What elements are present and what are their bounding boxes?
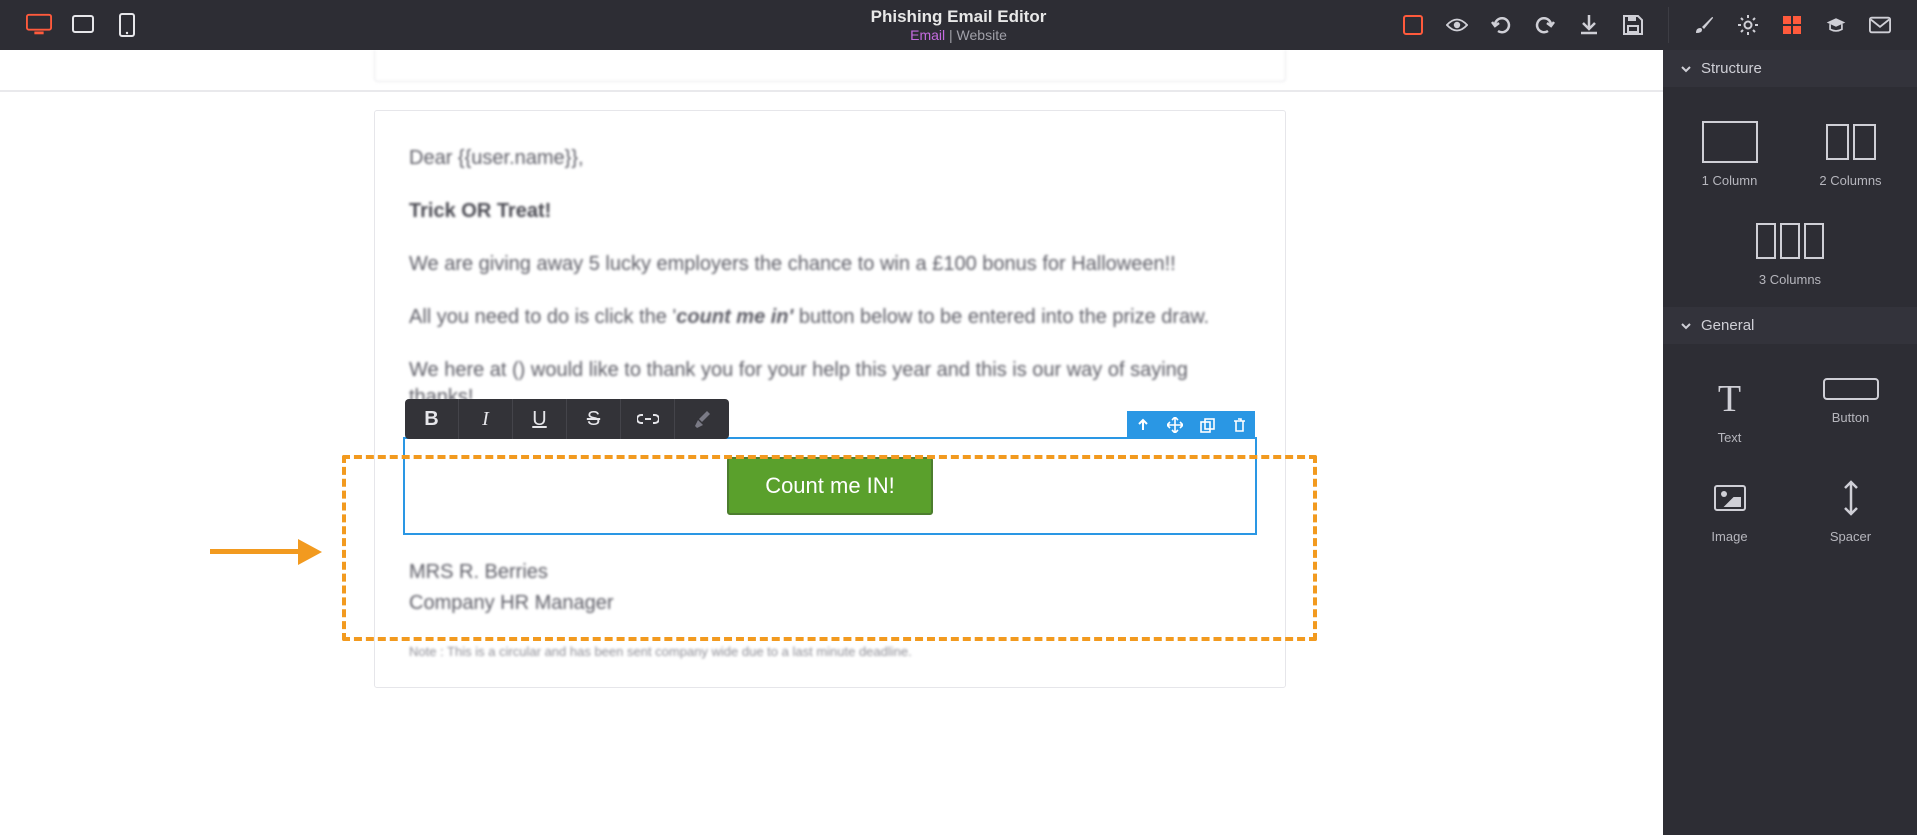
device-preview-group [0,14,140,36]
selected-button-block[interactable]: B I U S Count me IN! [403,437,1257,535]
signature-name[interactable]: MRS R. Berries [409,559,1251,586]
text-icon: T [1702,378,1758,420]
tablet-preview-button[interactable] [70,14,96,36]
subtitle-email-link[interactable]: Email [910,27,945,43]
workspace: Dear {{user.name}}, Trick OR Treat! We a… [0,50,1917,835]
toolbar-divider [1668,7,1669,43]
previous-block-card[interactable] [374,50,1286,82]
chevron-down-icon [1681,64,1691,74]
chevron-down-icon [1681,321,1691,331]
grid-icon[interactable] [1781,14,1803,36]
general-items: T Text Button Image Spacer [1663,344,1917,564]
strike-button[interactable]: S [567,399,621,439]
column-3-icon [1753,220,1827,262]
email-line2[interactable]: All you need to do is click the 'count m… [409,304,1251,331]
select-parent-icon[interactable] [1127,411,1159,439]
components-panel: Structure 1 Column 2 Columns 3 Columns G… [1663,50,1917,835]
brush-icon[interactable] [1693,14,1715,36]
section-header-general[interactable]: General [1663,307,1917,344]
component-button[interactable]: Button [1790,360,1911,459]
email-footnote[interactable]: Note : This is a circular and has been s… [409,643,1251,661]
bold-button[interactable]: B [405,399,459,439]
app-title: Phishing Email Editor [871,7,1047,27]
highlight-button[interactable] [675,399,729,439]
cta-button[interactable]: Count me IN! [727,457,933,515]
app-title-block: Phishing Email Editor Email | Website [871,7,1047,43]
link-button[interactable] [621,399,675,439]
block-control-toolbar [1127,411,1255,439]
component-1-column[interactable]: 1 Column [1669,103,1790,202]
structure-items: 1 Column 2 Columns 3 Columns [1663,87,1917,307]
graduation-icon[interactable] [1825,14,1847,36]
email-line1[interactable]: We are giving away 5 lucky employers the… [409,251,1251,278]
top-toolbar: Phishing Email Editor Email | Website [0,0,1917,50]
email-body[interactable]: Dear {{user.name}}, Trick OR Treat! We a… [409,145,1251,411]
desktop-preview-button[interactable] [26,14,52,36]
text-format-toolbar: B I U S [405,399,729,439]
email-greeting[interactable]: Dear {{user.name}}, [409,145,1251,172]
email-card[interactable]: Dear {{user.name}}, Trick OR Treat! We a… [374,110,1286,688]
save-icon[interactable] [1622,14,1644,36]
component-3-columns[interactable]: 3 Columns [1669,202,1911,301]
component-image[interactable]: Image [1669,459,1790,558]
duplicate-icon[interactable] [1191,411,1223,439]
email-headline[interactable]: Trick OR Treat! [409,198,1251,225]
spacer-icon [1823,477,1879,519]
download-icon[interactable] [1578,14,1600,36]
section-header-structure[interactable]: Structure [1663,50,1917,87]
preview-icon[interactable] [1446,14,1468,36]
email-signature[interactable]: MRS R. Berries Company HR Manager Note :… [409,559,1251,661]
toolbar-right [1402,7,1917,43]
column-1-icon [1702,121,1758,163]
component-text[interactable]: T Text [1669,360,1790,459]
italic-button[interactable]: I [459,399,513,439]
stop-icon[interactable] [1402,14,1424,36]
redo-icon[interactable] [1534,14,1556,36]
underline-button[interactable]: U [513,399,567,439]
subtitle-website-link[interactable]: Website [957,27,1007,43]
gear-icon[interactable] [1737,14,1759,36]
section-divider [0,90,1663,92]
undo-icon[interactable] [1490,14,1512,36]
component-spacer[interactable]: Spacer [1790,459,1911,558]
canvas-area[interactable]: Dear {{user.name}}, Trick OR Treat! We a… [0,50,1663,835]
move-icon[interactable] [1159,411,1191,439]
button-icon [1823,378,1879,400]
mobile-preview-button[interactable] [114,14,140,36]
column-2-icon [1823,121,1879,163]
image-icon [1702,477,1758,519]
signature-title[interactable]: Company HR Manager [409,590,1251,617]
component-2-columns[interactable]: 2 Columns [1790,103,1911,202]
delete-icon[interactable] [1223,411,1255,439]
app-subtitle: Email | Website [871,27,1047,43]
envelope-icon[interactable] [1869,14,1891,36]
annotation-arrow [210,536,330,566]
